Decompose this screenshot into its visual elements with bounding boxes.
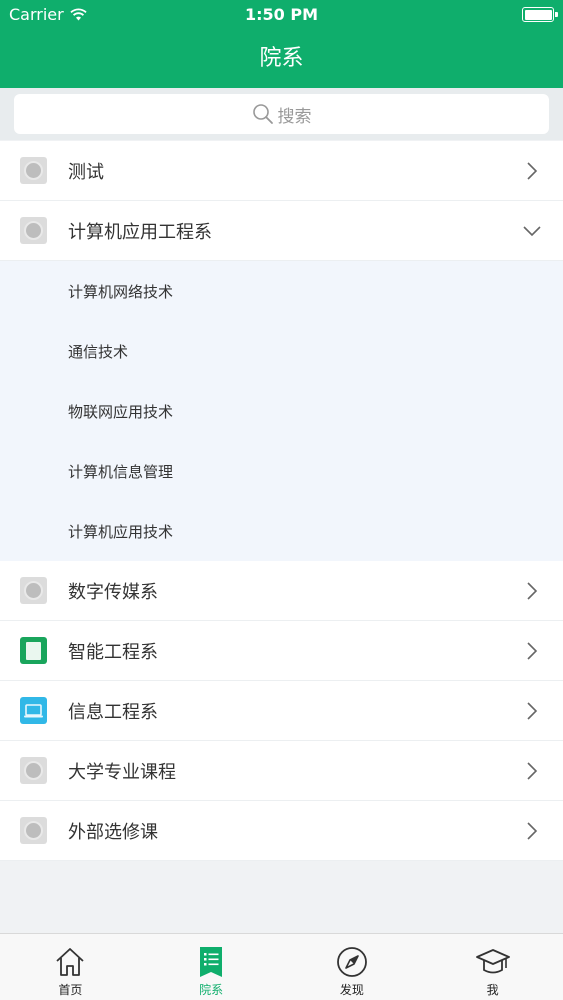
tab-label: 我 — [486, 983, 499, 997]
battery-icon — [522, 7, 558, 22]
tab-2[interactable]: 院系 — [141, 934, 282, 1000]
department-label: 计算机应用工程系 — [68, 221, 212, 243]
coin-shape — [24, 161, 43, 180]
sub-department-item[interactable]: 物联网应用技术 — [0, 381, 563, 441]
search-bar-container: 搜索 — [0, 88, 563, 140]
book-page — [26, 641, 41, 660]
list-bookmark-icon — [193, 944, 229, 983]
tab-bar: 首页 院系 发现 我 — [0, 933, 563, 1000]
chevron-right-icon — [527, 642, 538, 660]
coin-shape — [24, 221, 43, 240]
tab-1[interactable]: 首页 — [0, 934, 141, 1000]
placeholder-coin-icon — [20, 757, 47, 784]
placeholder-coin-icon — [20, 157, 47, 184]
sub-department-item[interactable]: 通信技术 — [0, 321, 563, 381]
coin-shape — [24, 581, 43, 600]
home-icon — [52, 944, 88, 983]
green-book-icon — [20, 637, 47, 664]
tab-3[interactable]: 发现 — [282, 934, 423, 1000]
tab-label: 首页 — [58, 983, 83, 997]
search-placeholder: 搜索 — [277, 106, 312, 127]
sub-department-item[interactable]: 计算机应用技术 — [0, 501, 563, 561]
chevron-right-icon — [527, 582, 538, 600]
status-bar: Carrier 1:50 PM — [0, 0, 563, 30]
coin-shape — [24, 821, 43, 840]
chevron-down-icon — [523, 226, 541, 237]
placeholder-coin-icon — [20, 577, 47, 604]
department-label: 大学专业课程 — [68, 761, 176, 783]
department-row[interactable]: 信息工程系 — [0, 681, 563, 741]
tab-label: 院系 — [199, 983, 224, 997]
department-row[interactable]: 测试 — [0, 141, 563, 201]
compass-icon — [334, 944, 370, 983]
tab-4[interactable]: 我 — [422, 934, 563, 1000]
department-label: 外部选修课 — [68, 821, 158, 843]
page-title: 院系 — [259, 46, 304, 71]
department-row[interactable]: 大学专业课程 — [0, 741, 563, 801]
search-input[interactable]: 搜索 — [14, 94, 549, 134]
chevron-right-icon — [527, 702, 538, 720]
department-label: 信息工程系 — [68, 701, 158, 723]
tab-label: 发现 — [339, 983, 364, 997]
placeholder-coin-icon — [20, 217, 47, 244]
department-row[interactable]: 数字传媒系 — [0, 561, 563, 621]
sub-department-item[interactable]: 计算机信息管理 — [0, 441, 563, 501]
search-icon — [252, 104, 273, 124]
department-label: 数字传媒系 — [68, 581, 158, 603]
coin-shape — [24, 761, 43, 780]
graduation-cap-icon — [475, 944, 511, 983]
chevron-right-icon — [527, 822, 538, 840]
department-row[interactable]: 计算机应用工程系 — [0, 201, 563, 261]
department-label: 测试 — [68, 161, 104, 183]
chevron-right-icon — [527, 162, 538, 180]
chevron-right-icon — [527, 762, 538, 780]
nav-header: Carrier 1:50 PM 院系 — [0, 0, 563, 88]
sub-department-item[interactable]: 计算机网络技术 — [0, 261, 563, 321]
department-label: 智能工程系 — [68, 641, 158, 663]
blue-laptop-icon — [20, 697, 47, 724]
department-list: 测试计算机应用工程系计算机网络技术 通信技术 物联网应用技术 计算机信息管理 计算机应用… — [0, 141, 563, 861]
clock: 1:50 PM — [244, 5, 318, 24]
department-row[interactable]: 智能工程系 — [0, 621, 563, 681]
placeholder-coin-icon — [20, 817, 47, 844]
department-row[interactable]: 外部选修课 — [0, 801, 563, 861]
